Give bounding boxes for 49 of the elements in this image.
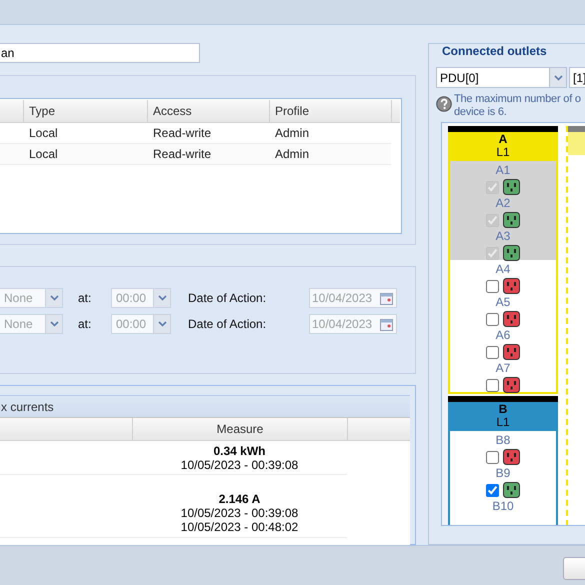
- outlet-checkbox[interactable]: [486, 346, 499, 358]
- table-cell-text: Admin: [274, 125, 310, 142]
- table-cell-text: Read-write: [152, 146, 212, 163]
- outlet-label: B9: [496, 466, 510, 480]
- phase-label: L1: [496, 415, 510, 429]
- date-label: Date of Action:: [188, 291, 268, 305]
- measure-time: 10/05/2023 - 00:39:08: [180, 458, 298, 472]
- outlet-label: A6: [496, 328, 510, 342]
- caret-icon: [554, 74, 562, 80]
- outlet-label: A1: [496, 163, 510, 177]
- help-text: The maximum number of o device is 6.: [454, 93, 581, 119]
- outlet-label: B8: [496, 433, 510, 447]
- outlet-checkbox[interactable]: [486, 378, 499, 392]
- group-name: B: [498, 403, 508, 416]
- outlet-label: A7: [496, 361, 510, 375]
- outlet-label: A5: [496, 295, 510, 309]
- table-cell-text: Local: [28, 125, 59, 142]
- group-name: A: [498, 133, 508, 146]
- column-header[interactable]: Type: [23, 100, 147, 122]
- name-field[interactable]: an: [0, 43, 200, 63]
- outlet-checkbox[interactable]: [486, 450, 499, 464]
- outlet-label: A3: [496, 229, 510, 243]
- caret-icon: [158, 295, 166, 301]
- phase-label: L1: [496, 145, 510, 159]
- date-label: Date of Action:: [188, 317, 268, 331]
- measure-time: 10/05/2023 - 00:48:02: [180, 520, 298, 534]
- outlet-checkbox[interactable]: [486, 280, 499, 292]
- measure-value: 0.34 kWh: [213, 444, 266, 458]
- outlet-label: A2: [496, 196, 510, 210]
- at-label: at:: [78, 317, 92, 331]
- table-cell-text: Admin: [274, 146, 310, 163]
- measure-time: 10/05/2023 - 00:39:08: [180, 506, 298, 520]
- help-icon[interactable]: [436, 96, 452, 112]
- outlet-label: A4: [496, 262, 510, 276]
- panel-title: x currents: [0, 395, 410, 417]
- outlet-checkbox[interactable]: [486, 312, 499, 326]
- table-cell-text: Read-write: [152, 125, 212, 142]
- table-cell-text: Local: [28, 146, 59, 163]
- outlet-checkbox[interactable]: [486, 484, 499, 496]
- caret-icon: [158, 321, 166, 327]
- caret-icon: [50, 295, 58, 301]
- outlet-label: B10: [492, 499, 514, 513]
- column-header[interactable]: Profile: [269, 100, 391, 122]
- footer-button[interactable]: [563, 557, 585, 580]
- column-header[interactable]: Access: [147, 100, 269, 122]
- caret-icon: [50, 321, 58, 327]
- measure-value: 2.146 A: [218, 492, 260, 506]
- pdu-dropdown[interactable]: PDU[0]: [436, 67, 567, 88]
- at-label: at:: [78, 291, 92, 305]
